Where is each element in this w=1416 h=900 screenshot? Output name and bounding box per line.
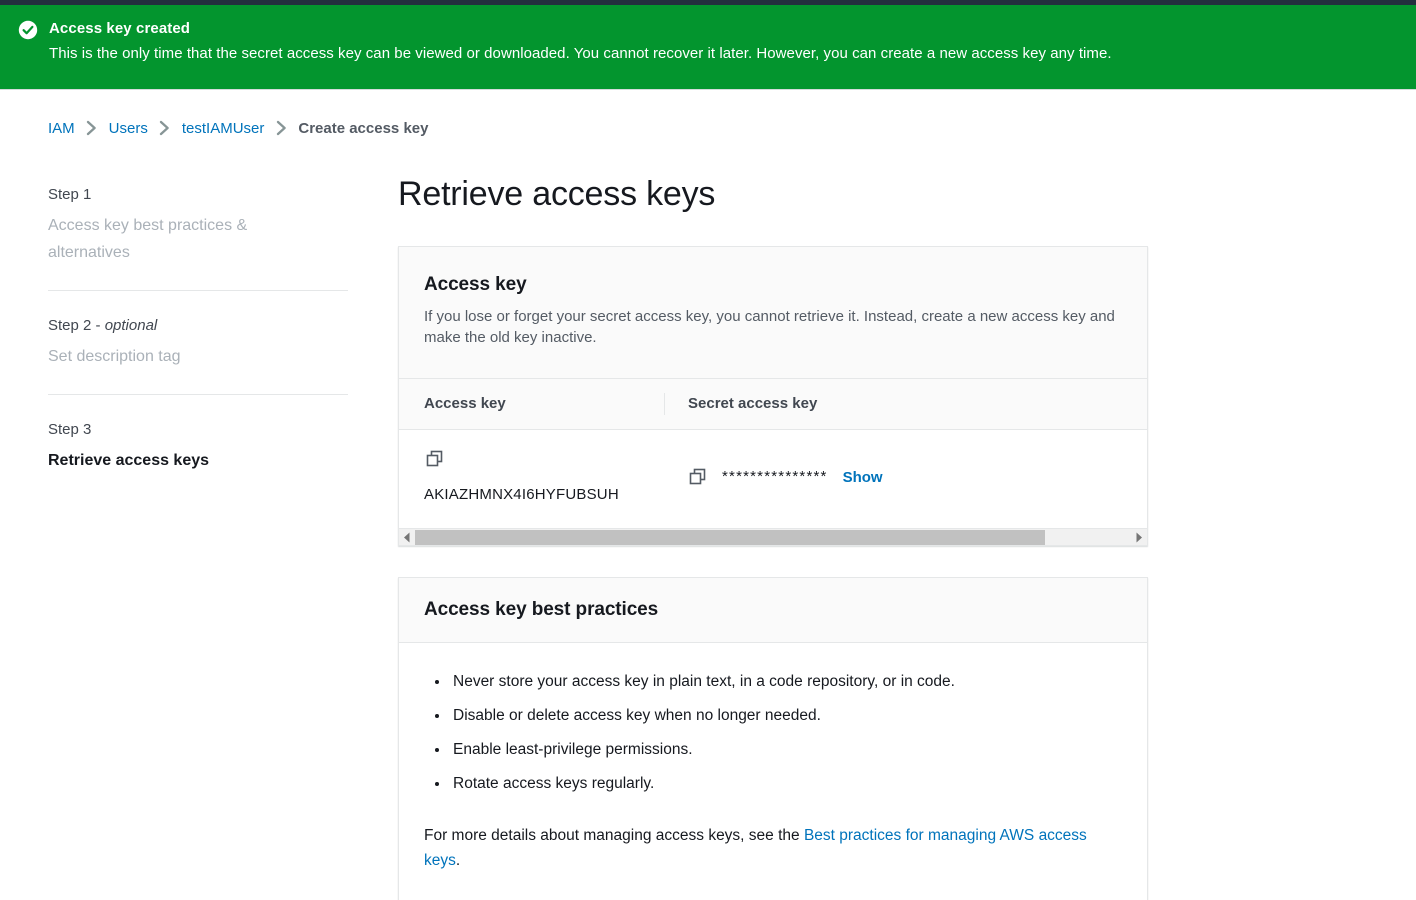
copy-icon[interactable] — [687, 466, 709, 488]
breadcrumb-item-users[interactable]: Users — [109, 120, 148, 137]
column-header-secret-access-key: Secret access key — [664, 393, 1147, 415]
breadcrumb-item-iam[interactable]: IAM — [48, 120, 75, 137]
show-secret-key-button[interactable]: Show — [843, 469, 883, 486]
scrollbar-thumb[interactable] — [415, 529, 1046, 545]
sidebar-step-3[interactable]: Step 3 Retrieve access keys — [48, 394, 348, 498]
list-item: Never store your access key in plain tex… — [450, 665, 1122, 699]
main-content: Retrieve access keys Access key If you l… — [348, 142, 1416, 900]
breadcrumb-item-testiamuser[interactable]: testIAMUser — [182, 120, 265, 137]
access-key-cell: AKIAZHMNX4I6HYFUBSUH — [399, 448, 664, 506]
scroll-right-arrow-icon[interactable] — [1131, 529, 1147, 546]
flash-title: Access key created — [49, 20, 191, 37]
best-practices-card-title: Access key best practices — [424, 599, 659, 620]
access-key-card-header: Access key If you lose or forget your se… — [399, 247, 1147, 379]
step-1-number: Step 1 — [48, 186, 92, 203]
step-2-optional-tag: optional — [104, 317, 158, 334]
breadcrumb-item-create-access-key: Create access key — [298, 119, 429, 137]
access-key-table-header: Access key Secret access key — [399, 379, 1147, 430]
copy-icon[interactable] — [424, 448, 446, 470]
best-practices-card-body: Never store your access key in plain tex… — [399, 643, 1147, 900]
wizard-steps: Step 1 Access key best practices & alter… — [48, 142, 348, 498]
success-flash-banner: Access key created This is the only time… — [0, 5, 1416, 90]
step-2-number: Step 2 - optional — [48, 315, 348, 337]
access-key-card-description: If you lose or forget your secret access… — [424, 308, 1115, 346]
flash-message: This is the only time that the secret ac… — [49, 45, 1112, 62]
page-title: Retrieve access keys — [398, 175, 716, 213]
horizontal-scrollbar[interactable] — [399, 528, 1147, 545]
footer-prefix-text: For more details about managing access k… — [424, 827, 804, 844]
table-row: AKIAZHMNX4I6HYFUBSUH *************** Sho… — [399, 430, 1147, 528]
step-2-label: Set description tag — [48, 348, 181, 365]
step-1-label: Access key best practices & alternatives — [48, 217, 248, 261]
step-2-number-text: Step 2 - — [48, 317, 105, 334]
scroll-left-arrow-icon[interactable] — [399, 529, 415, 546]
chevron-right-icon — [148, 120, 182, 136]
sidebar-step-2[interactable]: Step 2 - optional Set description tag — [48, 290, 348, 394]
page-layout: Step 1 Access key best practices & alter… — [0, 142, 1416, 900]
secret-access-key-cell: *************** Show — [664, 448, 1147, 488]
chevron-right-icon — [75, 120, 109, 136]
secret-access-key-masked-value: *************** — [722, 468, 828, 485]
list-item: Enable least-privilege permissions. — [450, 733, 1122, 767]
best-practices-list: Never store your access key in plain tex… — [424, 665, 1122, 801]
access-key-table: Access key Secret access key AKIAZHMNX4I… — [399, 379, 1147, 545]
access-key-card: Access key If you lose or forget your se… — [398, 246, 1148, 546]
flash-body: Access key created This is the only time… — [49, 19, 1396, 64]
chevron-right-icon — [264, 120, 298, 136]
footer-suffix-text: . — [455, 852, 461, 869]
breadcrumb: IAM Users testIAMUser Create access key — [0, 96, 1416, 142]
step-3-number: Step 3 — [48, 421, 92, 438]
best-practices-card: Access key best practices Never store yo… — [398, 577, 1148, 900]
column-header-access-key: Access key — [424, 395, 506, 412]
best-practices-footer: For more details about managing access k… — [424, 823, 1122, 873]
access-key-card-title: Access key — [424, 274, 527, 295]
success-check-icon — [18, 20, 38, 40]
list-item: Disable or delete access key when no lon… — [450, 699, 1122, 733]
list-item: Rotate access keys regularly. — [450, 767, 1122, 801]
scrollbar-track[interactable] — [415, 529, 1131, 546]
sidebar-step-1[interactable]: Step 1 Access key best practices & alter… — [48, 184, 348, 290]
access-key-value: AKIAZHMNX4I6HYFUBSUH — [424, 486, 619, 503]
best-practices-card-header: Access key best practices — [399, 578, 1147, 643]
step-3-label: Retrieve access keys — [48, 452, 210, 469]
